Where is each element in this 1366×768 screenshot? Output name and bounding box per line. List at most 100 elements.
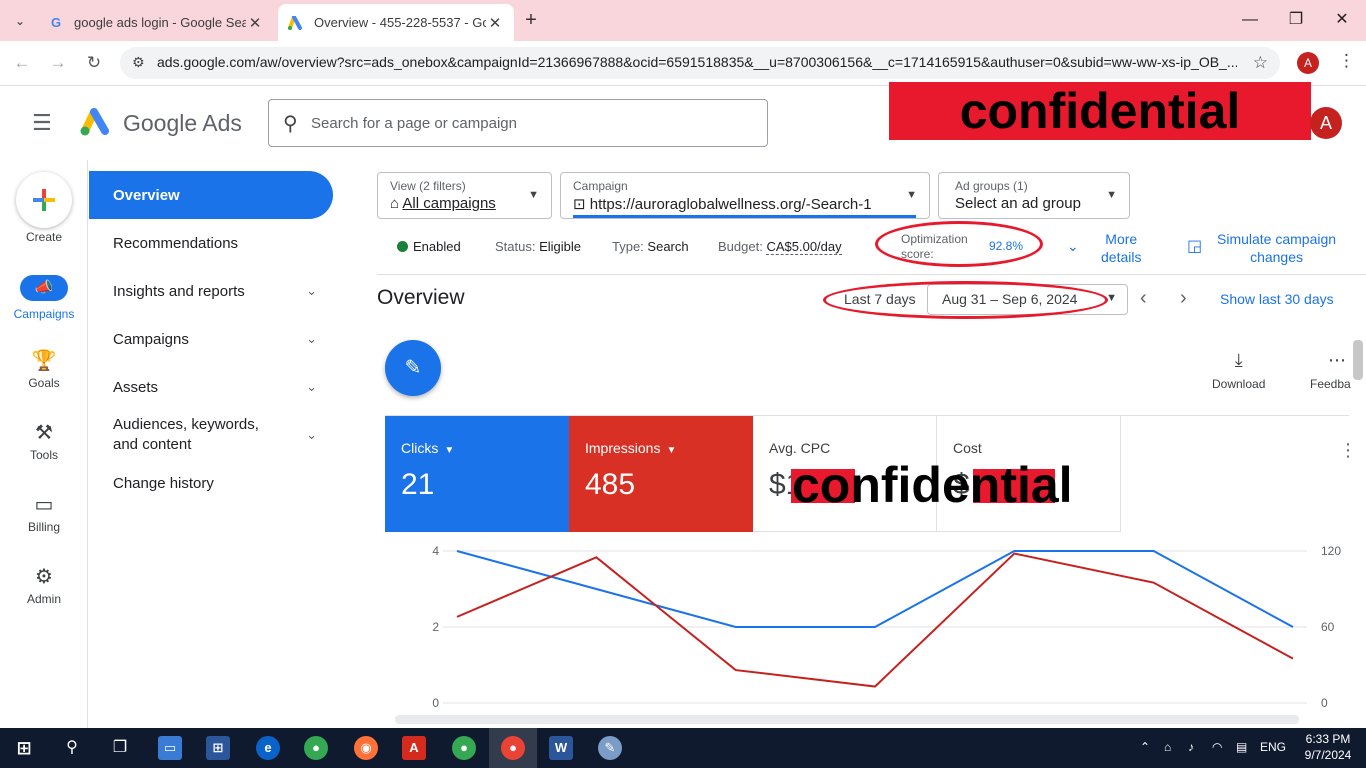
brand-title: Google Ads [123,110,242,136]
rail-item-label: Admin [26,592,61,606]
left-axis-tick: 0 [432,696,439,710]
network-icon[interactable]: ⌂ [1164,740,1171,754]
chart-trend-icon: ◲ [1187,238,1203,255]
ad-groups-filter-dropdown[interactable]: Ad groups (1) Select an ad group ▼ [938,172,1130,219]
system-clock[interactable]: 6:33 PM 9/7/2024 [1296,731,1360,763]
tab-search-chevron-icon[interactable]: ⌄ [6,8,34,34]
page-title: Overview [377,286,465,309]
trophy-icon: 🏆 [31,350,57,372]
show-hidden-icons-icon[interactable]: ⌃ [1140,740,1150,754]
language-indicator[interactable]: ENG [1260,740,1286,754]
close-window-icon[interactable]: ✕ [1330,8,1354,32]
close-tab-icon[interactable]: ✕ [486,14,504,32]
chrome-active-icon[interactable]: ● [501,736,525,760]
desktop-app-icon[interactable]: ▭ [158,736,182,760]
chevron-down-icon[interactable]: ⌄ [306,425,317,445]
chevron-down-icon[interactable]: ⌄ [306,331,317,347]
rail-item-goals[interactable]: 🏆 Goals [0,348,88,390]
left-rail: Create 📣 Campaigns 🏆 Goals ⚒ Tools ▭ Bil… [0,160,88,728]
browser-tab-google-ads[interactable]: Overview - 455-228-5537 - Goo ✕ [278,4,514,41]
task-view-icon[interactable]: ❐ [108,736,132,760]
browser-menu-icon[interactable]: ⋮ [1338,51,1355,71]
chrome-profile-icon[interactable]: ● [452,736,476,760]
account-avatar[interactable]: A [1310,107,1342,139]
wifi-icon[interactable]: ◠ [1212,740,1222,754]
store-icon[interactable]: ⊞ [206,736,230,760]
horizontal-scrollbar[interactable] [395,715,1299,724]
feedback-label: Feedba [1310,377,1351,391]
rail-item-admin[interactable]: ⚙ Admin [0,564,88,606]
windows-start-icon[interactable]: ⊞ [12,736,36,760]
new-tab-button[interactable]: + [520,8,542,32]
campaign-status-row: Enabled Status: Eligible Type: Search Bu… [355,221,1366,270]
paint-icon[interactable]: ✎ [598,736,622,760]
show-last-30-days-link[interactable]: Show last 30 days [1220,291,1334,307]
edge-icon[interactable]: e [256,736,280,760]
rail-item-tools[interactable]: ⚒ Tools [0,420,88,462]
nav-item-change-history[interactable]: Change history [89,459,333,507]
rail-item-billing[interactable]: ▭ Billing [0,492,88,534]
ads-favicon-icon [288,15,304,31]
previous-period-icon[interactable]: ‹ [1140,287,1147,310]
site-info-icon[interactable]: ⚙ [132,54,145,71]
google-favicon-icon: G [50,15,62,30]
browser-tab-google-search[interactable]: G google ads login - Google Sear ✕ [38,4,274,41]
search-box[interactable]: ⚲ [268,99,768,147]
rail-item-create[interactable]: Create [0,230,88,244]
hamburger-menu-icon[interactable]: ☰ [32,110,52,136]
firefox-icon[interactable]: ◉ [354,736,378,760]
ad-groups-filter-label: Ad groups (1) [955,179,1028,193]
browser-profile-avatar[interactable]: A [1297,52,1319,74]
vertical-scrollbar[interactable] [1353,340,1363,380]
search-icon[interactable]: ⚲ [60,736,84,760]
scorecard-label: Impressions ▼ [585,440,677,456]
nav-item-insights-and-reports[interactable]: Insights and reports ⌄ [89,267,333,315]
enabled-status[interactable]: Enabled [397,239,461,254]
create-button[interactable] [16,172,72,228]
nav-item-assets[interactable]: Assets ⌄ [89,363,333,411]
more-details-link[interactable]: More details [1101,230,1141,266]
rail-item-label: Billing [27,520,60,534]
plus-icon [33,189,55,211]
nav-item-recommendations[interactable]: Recommendations [89,219,333,267]
forward-arrow-icon[interactable]: → [46,51,70,75]
url-text[interactable]: ads.google.com/aw/overview?src=ads_onebo… [157,54,1237,70]
more-options-icon[interactable]: ⋮ [1339,440,1357,461]
windows-taskbar: ⊞ ⚲ ❐ ▭ ⊞ e ● ◉ A ● ● W ✎ ⌃ ⌂ ♪ ◠ ▤ ENG … [0,728,1366,768]
rail-item-label: Goals [28,376,60,390]
budget-info[interactable]: Budget: CA$5.00/day [718,239,842,255]
nav-item-overview[interactable]: Overview [89,171,333,219]
restore-window-icon[interactable]: ❐ [1284,8,1308,32]
view-filter-dropdown[interactable]: View (2 filters) ⌂ All campaigns ▼ [377,172,552,219]
chevron-down-icon[interactable]: ⌄ [1067,238,1079,255]
minimize-icon[interactable]: — [1238,8,1262,32]
chevron-down-icon[interactable]: ⌄ [306,283,317,299]
campaign-filter-dropdown[interactable]: Campaign ⊡ https://auroraglobalwellness.… [560,172,930,219]
notifications-icon[interactable]: ▤ [1236,740,1247,754]
nav-item-campaigns[interactable]: Campaigns ⌄ [89,315,333,363]
chrome-icon[interactable]: ● [304,736,328,760]
annotation-oval [875,221,1043,267]
reload-icon[interactable]: ↻ [82,51,106,75]
scorecard-clicks[interactable]: Clicks ▼ 21 [385,416,569,532]
scorecard-value: 21 [401,468,435,501]
nav-item-audiences-keywords-content[interactable]: Audiences, keywords, and content ⌄ [89,407,333,463]
back-arrow-icon[interactable]: ← [10,51,34,75]
right-axis-tick: 120 [1321,544,1341,558]
close-tab-icon[interactable]: ✕ [246,14,264,32]
volume-icon[interactable]: ♪ [1188,740,1194,754]
edit-pencil-button[interactable]: ✎ [385,340,441,396]
acrobat-icon[interactable]: A [402,736,426,760]
chevron-down-icon[interactable]: ⌄ [306,379,317,395]
bookmark-star-icon[interactable]: ☆ [1253,53,1268,73]
search-input[interactable] [311,112,751,134]
scorecard-impressions[interactable]: Impressions ▼ 485 [569,416,753,532]
download-button[interactable]: ⤓ Download [1212,350,1265,391]
rail-item-campaigns[interactable]: 📣 Campaigns [0,275,88,321]
word-icon[interactable]: W [549,736,573,760]
simulate-campaign-changes-link[interactable]: Simulate campaign changes [1217,230,1336,266]
url-omnibox[interactable]: ⚙ ads.google.com/aw/overview?src=ads_one… [120,47,1280,79]
campaign-filter-underline [573,215,916,218]
next-period-icon[interactable]: › [1180,287,1187,310]
eligibility-status: Status: Eligible [495,239,582,254]
